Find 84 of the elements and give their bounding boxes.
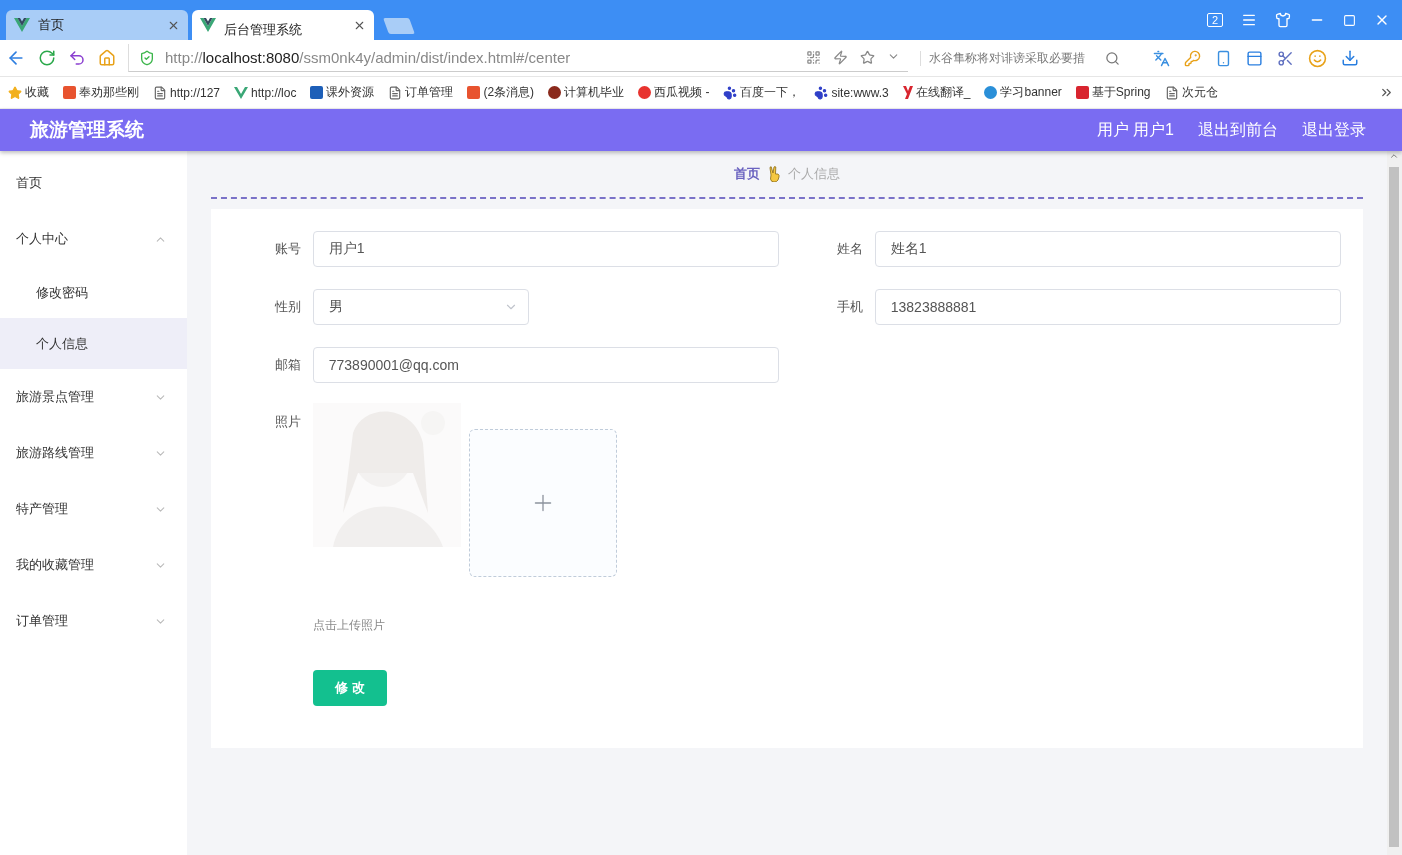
search-icon[interactable] <box>1105 50 1120 66</box>
shield-icon <box>139 49 155 66</box>
input-field[interactable]: 姓名1 <box>874 231 1341 267</box>
paw-icon <box>723 85 738 100</box>
scroll-up-icon[interactable] <box>1389 151 1400 161</box>
bookmark-link[interactable]: 课外资源 <box>310 84 375 101</box>
sidebar-item[interactable]: 特产管理 <box>0 481 187 537</box>
browser-tab[interactable]: 首页 <box>6 10 188 40</box>
circle-icon <box>638 86 652 99</box>
phone-icon[interactable] <box>1215 49 1232 67</box>
bookmark-link[interactable]: 学习banner <box>984 84 1062 101</box>
smiley-icon[interactable] <box>1308 48 1327 68</box>
bookmark-link[interactable]: 基于Spring <box>1075 84 1151 101</box>
sidebar-subitem[interactable]: 修改密码 <box>0 267 187 318</box>
star-icon <box>8 85 22 100</box>
circle-icon <box>984 86 998 99</box>
bookmark-link[interactable]: 在线翻译_ <box>902 84 971 101</box>
download-icon[interactable] <box>1341 49 1359 67</box>
v-logo-icon <box>14 18 30 32</box>
bookmark-link[interactable]: 次元仓 <box>1164 84 1218 101</box>
key-icon[interactable] <box>1184 49 1201 67</box>
scrollbar[interactable] <box>1386 151 1402 855</box>
field-label: 性别 <box>273 298 301 316</box>
bookmark-link[interactable]: 奉劝那些刚 <box>63 84 139 101</box>
new-tab-button[interactable] <box>383 18 415 34</box>
maximize-icon[interactable] <box>1343 13 1356 27</box>
field-label: 邮箱 <box>273 356 301 374</box>
star-icon[interactable] <box>860 50 875 65</box>
translate-icon[interactable] <box>1153 49 1170 67</box>
bookmark-link[interactable]: 收藏 <box>8 84 49 101</box>
square-icon <box>310 86 324 99</box>
bookmark-link[interactable]: 西瓜视频 - <box>638 84 710 101</box>
address-bar[interactable]: http://localhost:8080/ssm0nk4y/admin/dist/index.html#/center <box>128 44 908 72</box>
field-label: 姓名 <box>835 240 863 258</box>
home-icon[interactable] <box>98 49 116 67</box>
undo-icon[interactable] <box>68 49 86 67</box>
hand-icon <box>767 166 780 182</box>
bookmark-badge-icon <box>467 86 481 99</box>
bookmark-link[interactable]: http://127 <box>153 85 221 100</box>
doc-icon <box>153 85 167 100</box>
upload-hint: 点击上传照片 <box>312 617 386 634</box>
input-field[interactable]: 13823888881 <box>874 289 1341 325</box>
qr-code-icon[interactable] <box>806 50 821 65</box>
select-field[interactable]: 男 <box>312 289 529 325</box>
bookmark-link[interactable]: http://loc <box>234 85 297 100</box>
bookmark-link[interactable]: 百度一下， <box>723 84 801 101</box>
sidebar-item[interactable]: 旅游景点管理 <box>0 369 187 425</box>
input-field[interactable]: 773890001@qq.com <box>312 347 779 383</box>
sidebar-item[interactable]: 首页 <box>0 155 187 211</box>
bookmark-link[interactable]: (2条消息) <box>467 84 535 101</box>
field-label: 手机 <box>835 298 863 316</box>
reload-icon[interactable] <box>38 49 56 67</box>
field-label: 照片 <box>273 413 301 431</box>
scissors-icon[interactable] <box>1277 49 1294 67</box>
y-letter-icon <box>902 86 913 99</box>
paw-icon <box>814 85 829 100</box>
header-link[interactable]: 用户 用户1 <box>1096 119 1174 141</box>
url-text: http://localhost:8080/ssm0nk4y/admin/dist/index.html#/center <box>165 49 571 66</box>
vue-icon <box>234 86 249 99</box>
field-label: 账号 <box>273 240 301 258</box>
bookmark-link[interactable]: 订单管理 <box>388 84 454 101</box>
sidebar-item[interactable]: 旅游路线管理 <box>0 425 187 481</box>
bookmark-link[interactable]: site:www.3 <box>814 85 889 100</box>
shirt-icon[interactable] <box>1275 12 1291 28</box>
circle-icon <box>548 86 562 99</box>
browser-tab[interactable]: 后台管理系统 <box>192 10 374 40</box>
bookmark-badge-icon <box>1075 86 1089 99</box>
doc-icon <box>1164 85 1179 100</box>
bookmark-badge-icon <box>63 86 76 99</box>
menu-icon[interactable] <box>1241 12 1257 28</box>
header-link[interactable]: 退出登录 <box>1302 119 1366 141</box>
header-link[interactable]: 退出到前台 <box>1198 119 1278 141</box>
v-logo-icon <box>200 18 216 32</box>
input-field[interactable]: 用户1 <box>312 231 779 267</box>
breadcrumb-link[interactable]: 首页 <box>733 165 760 183</box>
sidebar-item[interactable]: 订单管理 <box>0 593 187 649</box>
app-title: 旅游管理系统 <box>30 118 144 142</box>
bookmark-link[interactable]: 计算机毕业 <box>548 84 625 101</box>
sidebar-item[interactable]: 我的收藏管理 <box>0 537 187 593</box>
sidebar-subitem[interactable]: 个人信息 <box>0 318 187 369</box>
lightning-icon[interactable] <box>833 50 848 65</box>
sidebar-item[interactable]: 个人中心 <box>0 211 187 267</box>
window-icon[interactable] <box>1246 49 1263 67</box>
doc-icon <box>388 85 403 100</box>
